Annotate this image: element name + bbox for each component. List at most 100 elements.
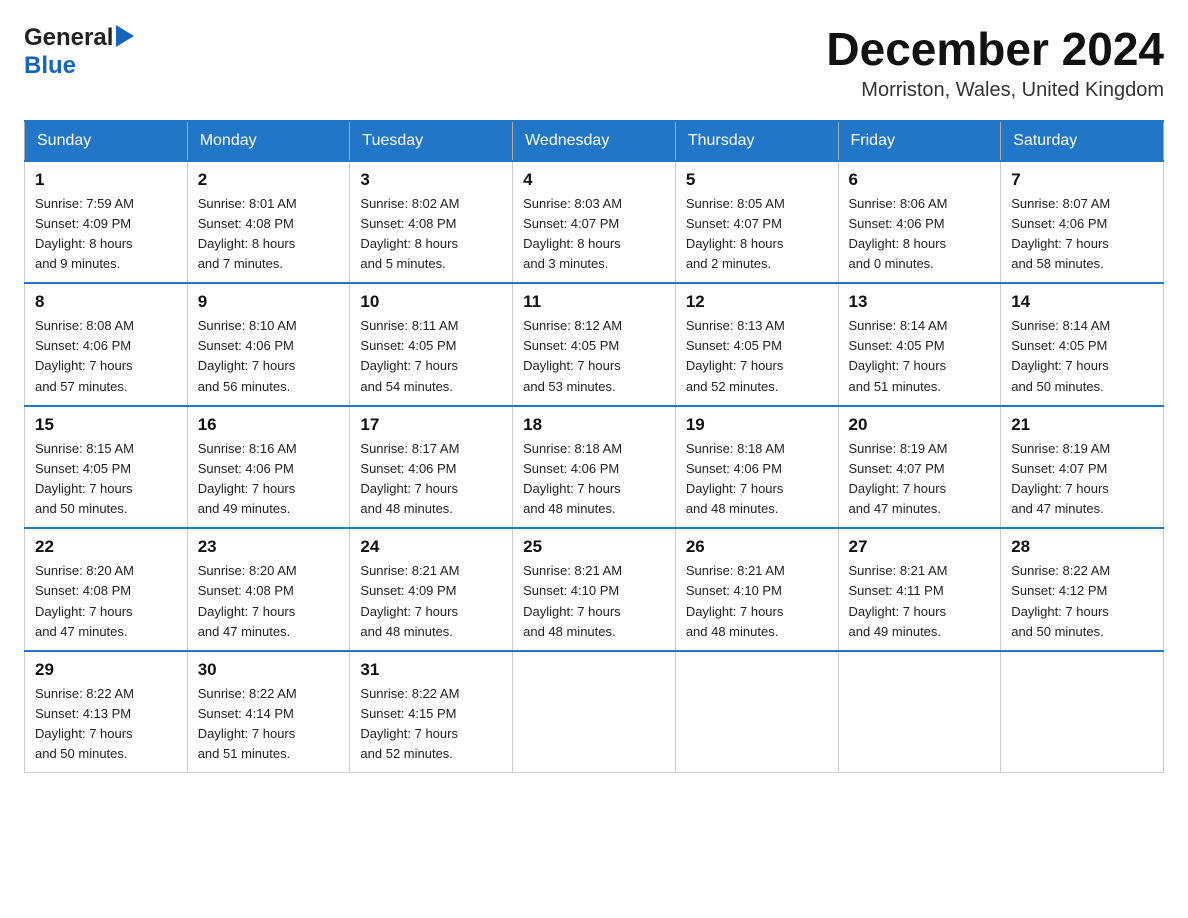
day-info: Sunrise: 8:05 AMSunset: 4:07 PMDaylight:… [686,194,828,275]
day-number: 17 [360,415,502,435]
calendar-day-cell: 13 Sunrise: 8:14 AMSunset: 4:05 PMDayligh… [838,283,1001,406]
calendar-day-cell: 21 Sunrise: 8:19 AMSunset: 4:07 PMDayligh… [1001,406,1164,529]
day-info: Sunrise: 8:19 AMSunset: 4:07 PMDaylight:… [849,439,991,520]
day-info: Sunrise: 8:21 AMSunset: 4:09 PMDaylight:… [360,561,502,642]
calendar-day-cell: 31 Sunrise: 8:22 AMSunset: 4:15 PMDayligh… [350,651,513,773]
day-info: Sunrise: 8:20 AMSunset: 4:08 PMDaylight:… [35,561,177,642]
day-number: 22 [35,537,177,557]
day-info: Sunrise: 8:19 AMSunset: 4:07 PMDaylight:… [1011,439,1153,520]
location-text: Morriston, Wales, United Kingdom [826,79,1164,102]
day-number: 13 [849,292,991,312]
logo-blue-text: Blue [24,52,76,79]
calendar-day-cell: 6 Sunrise: 8:06 AMSunset: 4:06 PMDaylight… [838,161,1001,284]
calendar-day-cell: 20 Sunrise: 8:19 AMSunset: 4:07 PMDayligh… [838,406,1001,529]
day-info: Sunrise: 8:14 AMSunset: 4:05 PMDaylight:… [849,316,991,397]
day-number: 2 [198,170,340,190]
calendar-day-cell: 19 Sunrise: 8:18 AMSunset: 4:06 PMDayligh… [675,406,838,529]
day-number: 10 [360,292,502,312]
day-number: 31 [360,660,502,680]
day-info: Sunrise: 8:07 AMSunset: 4:06 PMDaylight:… [1011,194,1153,275]
calendar-day-cell: 29 Sunrise: 8:22 AMSunset: 4:13 PMDayligh… [25,651,188,773]
day-number: 21 [1011,415,1153,435]
day-info: Sunrise: 8:10 AMSunset: 4:06 PMDaylight:… [198,316,340,397]
calendar-day-cell: 23 Sunrise: 8:20 AMSunset: 4:08 PMDayligh… [187,528,350,651]
calendar-day-cell: 11Sunrise: 8:12 AMSunset: 4:05 PMDayligh… [513,283,676,406]
calendar-day-cell: 16Sunrise: 8:16 AMSunset: 4:06 PMDayligh… [187,406,350,529]
day-number: 1 [35,170,177,190]
day-info: Sunrise: 8:18 AMSunset: 4:06 PMDaylight:… [686,439,828,520]
calendar-day-cell: 9 Sunrise: 8:10 AMSunset: 4:06 PMDaylight… [187,283,350,406]
calendar-header-row: SundayMondayTuesdayWednesdayThursdayFrid… [25,121,1164,161]
day-info: Sunrise: 8:14 AMSunset: 4:05 PMDaylight:… [1011,316,1153,397]
calendar-week-row: 15 Sunrise: 8:15 AMSunset: 4:05 PMDayligh… [25,406,1164,529]
calendar-header-thursday: Thursday [675,121,838,161]
title-block: December 2024 Morriston, Wales, United K… [826,24,1164,102]
calendar-header-friday: Friday [838,121,1001,161]
calendar-day-cell: 28 Sunrise: 8:22 AMSunset: 4:12 PMDayligh… [1001,528,1164,651]
day-number: 5 [686,170,828,190]
calendar-week-row: 1 Sunrise: 7:59 AMSunset: 4:09 PMDaylight… [25,161,1164,284]
day-info: Sunrise: 8:22 AMSunset: 4:13 PMDaylight:… [35,684,177,765]
day-info: Sunrise: 8:22 AMSunset: 4:14 PMDaylight:… [198,684,340,765]
calendar-day-cell: 5 Sunrise: 8:05 AMSunset: 4:07 PMDaylight… [675,161,838,284]
day-number: 20 [849,415,991,435]
calendar-day-cell: 4 Sunrise: 8:03 AMSunset: 4:07 PMDaylight… [513,161,676,284]
day-number: 9 [198,292,340,312]
calendar-day-cell: 7Sunrise: 8:07 AMSunset: 4:06 PMDaylight… [1001,161,1164,284]
day-info: Sunrise: 8:13 AMSunset: 4:05 PMDaylight:… [686,316,828,397]
day-number: 6 [849,170,991,190]
day-info: Sunrise: 8:22 AMSunset: 4:12 PMDaylight:… [1011,561,1153,642]
day-number: 15 [35,415,177,435]
day-info: Sunrise: 8:15 AMSunset: 4:05 PMDaylight:… [35,439,177,520]
logo-arrow-icon [116,25,134,52]
day-number: 19 [686,415,828,435]
logo: General Blue [24,24,134,80]
calendar-day-cell: 3Sunrise: 8:02 AMSunset: 4:08 PMDaylight… [350,161,513,284]
calendar-week-row: 8 Sunrise: 8:08 AMSunset: 4:06 PMDaylight… [25,283,1164,406]
month-title: December 2024 [826,24,1164,75]
calendar-day-cell: 2 Sunrise: 8:01 AMSunset: 4:08 PMDaylight… [187,161,350,284]
calendar-table: SundayMondayTuesdayWednesdayThursdayFrid… [24,120,1164,774]
day-info: Sunrise: 7:59 AMSunset: 4:09 PMDaylight:… [35,194,177,275]
calendar-day-cell: 8 Sunrise: 8:08 AMSunset: 4:06 PMDaylight… [25,283,188,406]
day-number: 11 [523,292,665,312]
calendar-header-sunday: Sunday [25,121,188,161]
calendar-header-tuesday: Tuesday [350,121,513,161]
day-info: Sunrise: 8:22 AMSunset: 4:15 PMDaylight:… [360,684,502,765]
calendar-header-wednesday: Wednesday [513,121,676,161]
calendar-day-cell [838,651,1001,773]
day-number: 30 [198,660,340,680]
day-info: Sunrise: 8:03 AMSunset: 4:07 PMDaylight:… [523,194,665,275]
day-info: Sunrise: 8:21 AMSunset: 4:10 PMDaylight:… [523,561,665,642]
calendar-day-cell: 17 Sunrise: 8:17 AMSunset: 4:06 PMDayligh… [350,406,513,529]
day-info: Sunrise: 8:18 AMSunset: 4:06 PMDaylight:… [523,439,665,520]
day-number: 28 [1011,537,1153,557]
day-number: 18 [523,415,665,435]
day-info: Sunrise: 8:06 AMSunset: 4:06 PMDaylight:… [849,194,991,275]
calendar-day-cell [1001,651,1164,773]
day-number: 26 [686,537,828,557]
calendar-week-row: 22 Sunrise: 8:20 AMSunset: 4:08 PMDayligh… [25,528,1164,651]
calendar-day-cell: 26Sunrise: 8:21 AMSunset: 4:10 PMDayligh… [675,528,838,651]
day-number: 8 [35,292,177,312]
day-number: 27 [849,537,991,557]
day-number: 12 [686,292,828,312]
day-info: Sunrise: 8:17 AMSunset: 4:06 PMDaylight:… [360,439,502,520]
day-info: Sunrise: 8:16 AMSunset: 4:06 PMDaylight:… [198,439,340,520]
calendar-day-cell: 1 Sunrise: 7:59 AMSunset: 4:09 PMDaylight… [25,161,188,284]
day-info: Sunrise: 8:08 AMSunset: 4:06 PMDaylight:… [35,316,177,397]
day-number: 4 [523,170,665,190]
day-info: Sunrise: 8:01 AMSunset: 4:08 PMDaylight:… [198,194,340,275]
calendar-day-cell: 27Sunrise: 8:21 AMSunset: 4:11 PMDayligh… [838,528,1001,651]
day-number: 25 [523,537,665,557]
calendar-day-cell: 10Sunrise: 8:11 AMSunset: 4:05 PMDayligh… [350,283,513,406]
day-number: 23 [198,537,340,557]
calendar-day-cell: 30 Sunrise: 8:22 AMSunset: 4:14 PMDayligh… [187,651,350,773]
day-info: Sunrise: 8:20 AMSunset: 4:08 PMDaylight:… [198,561,340,642]
calendar-week-row: 29 Sunrise: 8:22 AMSunset: 4:13 PMDayligh… [25,651,1164,773]
calendar-day-cell: 15 Sunrise: 8:15 AMSunset: 4:05 PMDayligh… [25,406,188,529]
calendar-day-cell: 12 Sunrise: 8:13 AMSunset: 4:05 PMDayligh… [675,283,838,406]
day-number: 3 [360,170,502,190]
day-number: 29 [35,660,177,680]
calendar-header-saturday: Saturday [1001,121,1164,161]
